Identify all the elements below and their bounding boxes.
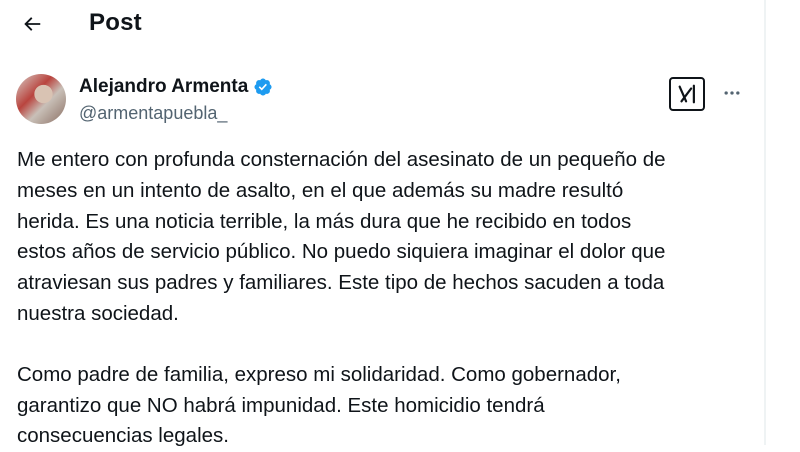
verified-badge-icon: [254, 78, 272, 96]
post-text: Me entero con profunda consternación del…: [17, 145, 757, 452]
text-line: estos años de servicio público. No puedo…: [17, 240, 666, 264]
page-title: Post: [89, 9, 142, 36]
text-line: consecuencias legales.: [17, 424, 229, 448]
text-line: atraviesan sus padres y familiares. Este…: [17, 271, 665, 295]
grok-icon: [678, 84, 695, 104]
arrow-left-icon: [24, 17, 41, 31]
text-line: meses en un intento de asalto, en el que…: [17, 178, 624, 202]
author-name[interactable]: Alejandro Armenta: [79, 76, 248, 98]
text-line: nuestra sociedad.: [17, 301, 179, 325]
grok-button[interactable]: [669, 77, 705, 111]
text-line: herida. Es una noticia terrible, la más …: [17, 209, 632, 233]
author-handle[interactable]: @armentapuebla_: [79, 103, 273, 124]
post-paragraph-1: Me entero con profunda consternación del…: [17, 145, 757, 330]
text-line: Me entero con profunda consternación del…: [17, 148, 666, 171]
more-options-button[interactable]: [719, 80, 745, 106]
avatar[interactable]: [16, 74, 66, 124]
post-paragraph-2: Como padre de familia, expreso mi solida…: [17, 360, 757, 452]
post-header: Post: [0, 0, 764, 52]
column-divider: [764, 0, 766, 445]
back-button[interactable]: [16, 8, 48, 40]
text-line: Como padre de familia, expreso mi solida…: [17, 362, 621, 386]
text-line: garantizo que NO habrá impunidad. Este h…: [17, 393, 545, 417]
more-horizontal-icon: [724, 91, 740, 95]
author-block: Alejandro Armenta @armentapuebla_: [79, 76, 273, 124]
